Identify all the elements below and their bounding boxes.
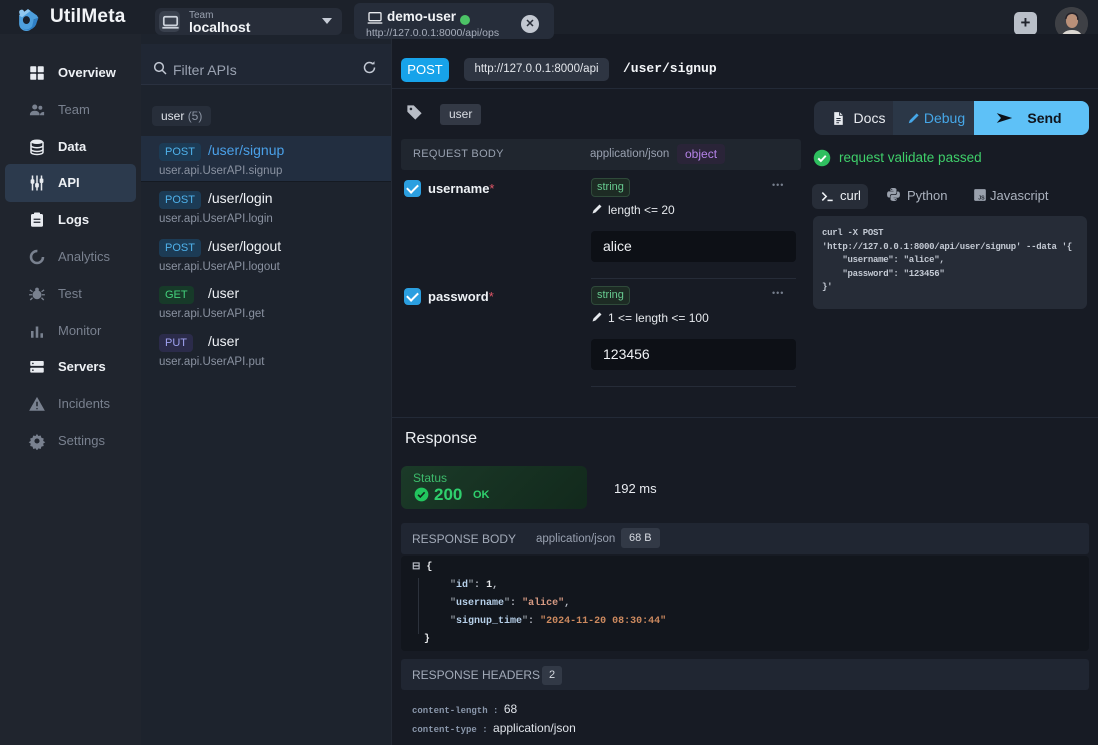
svg-text:JS: JS (978, 196, 985, 202)
